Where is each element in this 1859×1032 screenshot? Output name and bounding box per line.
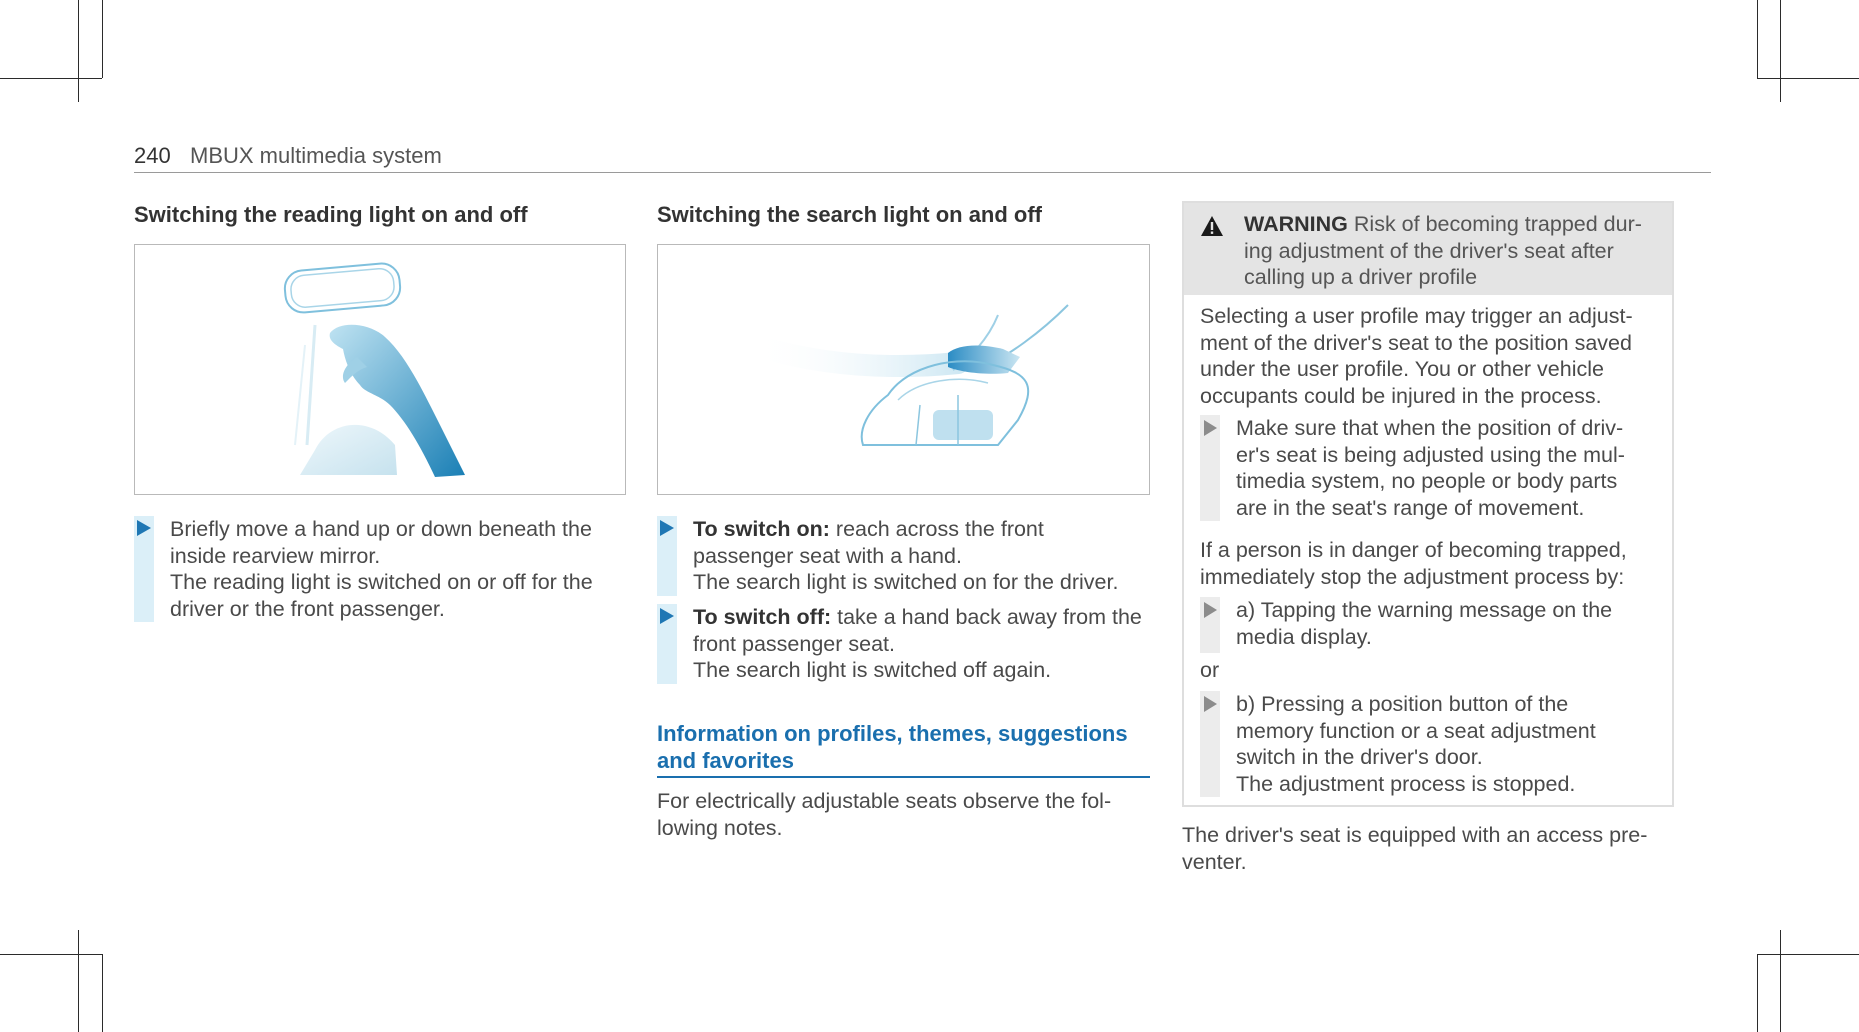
warning-intro: Selecting a user profile may trigger an … xyxy=(1200,304,1633,408)
warning-step-tap: a) Tapping the warning message on the me… xyxy=(1200,597,1670,653)
crop-mark xyxy=(1757,0,1758,78)
profiles-section-heading: Information on profiles, themes, suggest… xyxy=(657,721,1128,773)
switch-off-step: To switch off: take a hand back away fro… xyxy=(657,604,1157,684)
warning-danger-text: If a person is in danger of becoming tra… xyxy=(1200,538,1627,589)
warning-header: WARNING Risk of becoming trapped dur- in… xyxy=(1184,203,1672,295)
step-arrow-icon xyxy=(1204,420,1217,436)
warning-step-press: b) Pressing a position button of the mem… xyxy=(1200,691,1670,797)
warning-box: WARNING Risk of becoming trapped dur- in… xyxy=(1182,201,1674,807)
warning-step-text: b) Pressing a position button of the mem… xyxy=(1236,692,1596,796)
search-light-illustration xyxy=(657,244,1150,495)
access-preventer-text: The driver's seat is equipped with an ac… xyxy=(1182,823,1648,874)
crop-mark xyxy=(0,954,102,955)
warning-step-make-sure: Make sure that when the position of driv… xyxy=(1200,415,1670,521)
crop-mark xyxy=(102,0,103,78)
page-number: 240 xyxy=(134,143,171,168)
running-header: MBUX multimedia system xyxy=(190,143,442,168)
reading-light-step: Briefly move a hand up or down beneath t… xyxy=(134,516,626,622)
header-rule xyxy=(134,172,1711,173)
reading-light-heading: Switching the reading light on and off xyxy=(134,202,528,227)
crop-mark xyxy=(0,78,102,79)
reading-light-illustration xyxy=(134,244,626,495)
crop-mark xyxy=(1780,930,1781,1032)
crop-mark xyxy=(78,0,79,102)
step-arrow-icon xyxy=(660,608,674,624)
step-arrow-icon xyxy=(137,520,151,536)
step-arrow-icon xyxy=(1204,696,1217,712)
step-arrow-icon xyxy=(1204,602,1217,618)
reading-light-step-text: Briefly move a hand up or down beneath t… xyxy=(170,517,593,621)
warning-triangle-icon xyxy=(1201,216,1223,236)
seats-note-text: For electrically adjustable seats observ… xyxy=(657,789,1112,840)
crop-mark xyxy=(78,930,79,1032)
search-light-heading: Switching the search light on and off xyxy=(657,202,1043,227)
crop-mark xyxy=(1757,954,1758,1032)
warning-step-text: Make sure that when the position of driv… xyxy=(1236,416,1625,520)
warning-or-text: or xyxy=(1200,658,1220,682)
switch-on-step: To switch on: reach across the front pas… xyxy=(657,516,1157,596)
crop-mark xyxy=(1757,954,1859,955)
crop-mark xyxy=(1757,78,1859,79)
crop-mark xyxy=(1780,0,1781,102)
step-arrow-icon xyxy=(660,520,674,536)
warning-label: WARNING xyxy=(1244,212,1348,236)
section-rule xyxy=(657,776,1150,778)
crop-mark xyxy=(102,954,103,1032)
switch-off-label: To switch off: xyxy=(693,605,832,629)
warning-step-text: a) Tapping the warning message on the me… xyxy=(1236,598,1613,649)
switch-on-label: To switch on: xyxy=(693,517,830,541)
